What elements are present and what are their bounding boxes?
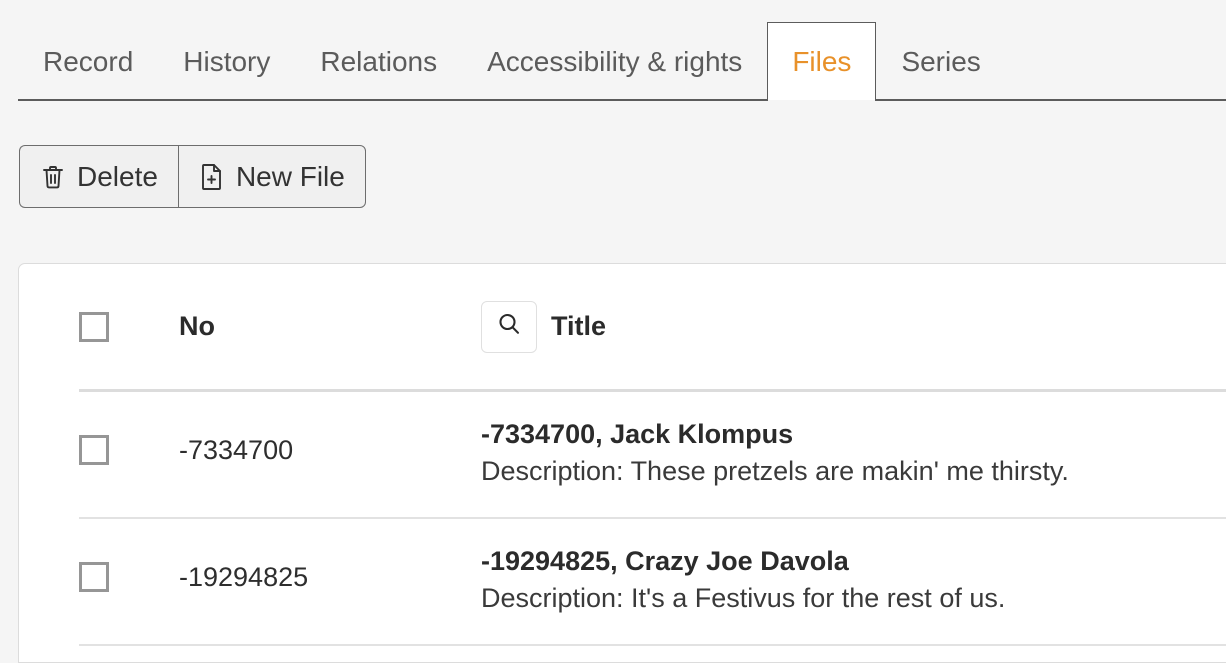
tab-record-label: Record (43, 45, 134, 77)
delete-button-label: Delete (77, 160, 158, 192)
row-select-cell (79, 414, 179, 465)
tab-relations[interactable]: Relations (295, 22, 462, 100)
row-description-value: Description: It's a Festivus for the res… (481, 583, 1006, 614)
tab-series[interactable]: Series (876, 22, 1005, 100)
files-table: No Title -7334700 -7334700, Jack Klompus… (79, 264, 1226, 646)
row-checkbox[interactable] (79, 435, 109, 465)
row-select-cell (79, 541, 179, 592)
delete-button[interactable]: Delete (19, 145, 178, 208)
row-title-value: -19294825, Crazy Joe Davola (481, 546, 849, 576)
trash-icon (40, 163, 66, 191)
header-title-cell: Title (481, 300, 1226, 353)
row-no-value: -19294825 (179, 562, 309, 592)
header-no-cell: No (179, 313, 481, 340)
tab-history[interactable]: History (158, 22, 295, 100)
tab-accessibility-rights-label: Accessibility & rights (487, 45, 743, 77)
new-file-button[interactable]: New File (177, 145, 366, 208)
files-tab-page: Record History Relations Accessibility &… (0, 0, 1226, 663)
table-header-row: No Title (79, 264, 1226, 392)
tab-files[interactable]: Files (767, 22, 877, 100)
tabbar: Record History Relations Accessibility &… (18, 22, 1226, 100)
row-no-cell: -7334700 (179, 414, 481, 464)
row-no-value: -7334700 (179, 435, 294, 465)
row-title-cell: -19294825, Crazy Joe Davola Description:… (481, 541, 1226, 619)
row-no-cell: -19294825 (179, 541, 481, 591)
files-panel: No Title -7334700 -7334700, Jack Klompus… (18, 263, 1226, 663)
tab-files-label: Files (792, 45, 852, 77)
new-file-button-label: New File (235, 160, 345, 192)
table-row[interactable]: -19294825 -19294825, Crazy Joe Davola De… (79, 519, 1226, 646)
table-row[interactable]: -7334700 -7334700, Jack Klompus Descript… (79, 392, 1226, 519)
row-description-value: Description: These pretzels are makin' m… (481, 456, 1069, 487)
tabbar-baseline (18, 99, 1226, 101)
tab-relations-label: Relations (320, 45, 438, 77)
tab-record[interactable]: Record (18, 22, 158, 100)
row-title-value: -7334700, Jack Klompus (481, 419, 794, 449)
search-icon (496, 311, 522, 342)
row-title-cell: -7334700, Jack Klompus Description: Thes… (481, 414, 1226, 492)
toolbar: Delete New File (19, 145, 366, 208)
search-button[interactable] (481, 300, 537, 353)
tab-series-label: Series (901, 45, 981, 77)
tab-accessibility-rights[interactable]: Accessibility & rights (462, 22, 767, 100)
tab-history-label: History (183, 45, 271, 77)
header-title-label: Title (551, 311, 607, 341)
file-plus-icon (199, 163, 225, 191)
row-checkbox[interactable] (79, 562, 109, 592)
header-no-label: No (179, 311, 215, 341)
select-all-checkbox[interactable] (79, 311, 109, 342)
header-select-all-cell (79, 311, 179, 342)
